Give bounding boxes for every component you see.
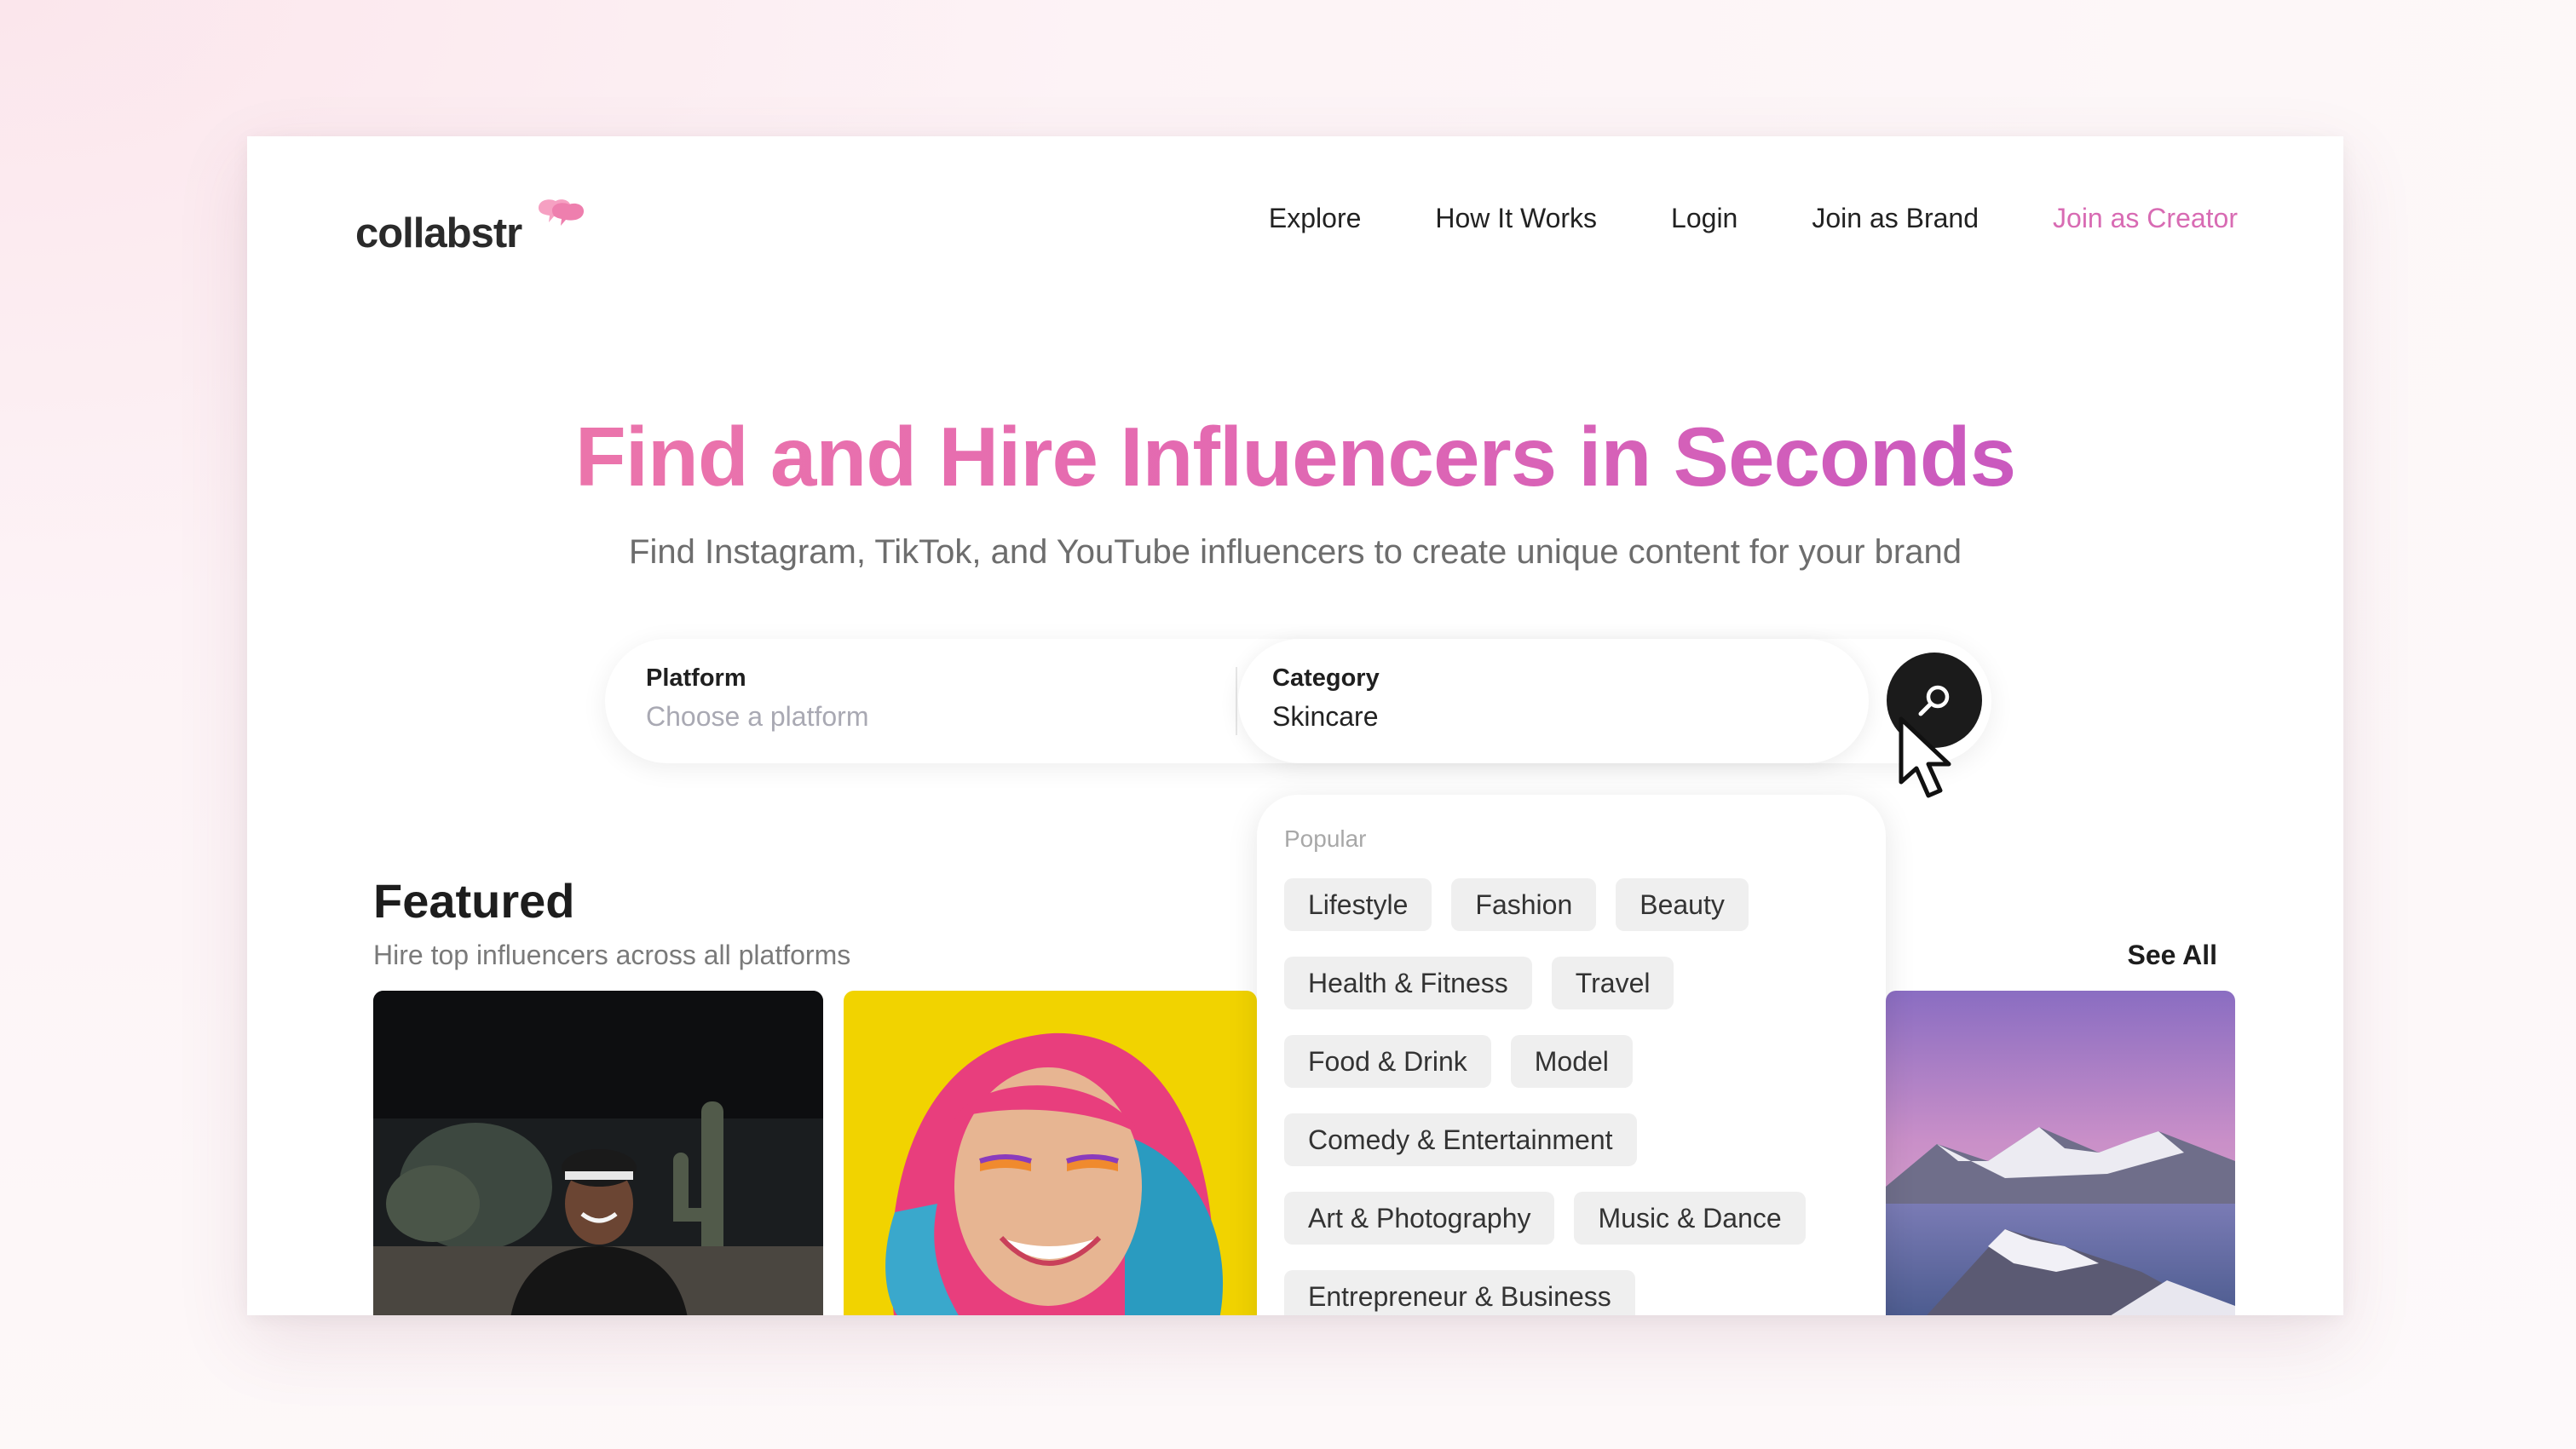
category-chip-model[interactable]: Model [1510, 1035, 1633, 1088]
nav-explore[interactable]: Explore [1269, 203, 1362, 234]
main-nav: Explore How It Works Login Join as Brand… [1269, 203, 2238, 234]
browser-page: collabstr Explore How It Works Login Joi… [247, 136, 2343, 1315]
search-icon [1918, 685, 1950, 716]
category-chip-travel[interactable]: Travel [1551, 957, 1674, 1009]
chip-row: Comedy & Entertainment [1284, 1113, 1864, 1166]
creator-photo-night-desert [373, 991, 823, 1315]
see-all-link[interactable]: See All [2127, 940, 2217, 971]
nav-join-as-brand[interactable]: Join as Brand [1812, 203, 1979, 234]
creator-photo-colorful-hair [844, 991, 1257, 1315]
category-chip-list: Lifestyle Fashion Beauty Health & Fitnes… [1284, 878, 1864, 1315]
creator-photo-mountain-lake [1886, 991, 2235, 1315]
featured-card-creator-3[interactable] [1886, 991, 2235, 1315]
chip-row: Lifestyle Fashion Beauty [1284, 878, 1864, 931]
category-chip-entrepreneur-business[interactable]: Entrepreneur & Business [1284, 1270, 1635, 1315]
featured-subtitle: Hire top influencers across all platform… [373, 940, 851, 970]
category-chip-health-fitness[interactable]: Health & Fitness [1284, 957, 1532, 1009]
category-chip-comedy-entertainment[interactable]: Comedy & Entertainment [1284, 1113, 1637, 1166]
category-field[interactable]: Category Skincare [1238, 639, 1869, 763]
mouse-pointer-icon [1899, 716, 1951, 798]
chip-row: Entrepreneur & Business [1284, 1270, 1864, 1315]
nav-how-it-works[interactable]: How It Works [1435, 203, 1597, 234]
category-chip-food-drink[interactable]: Food & Drink [1284, 1035, 1491, 1088]
logo-text: collabstr [355, 210, 522, 256]
featured-card-creator-2[interactable] [844, 991, 1257, 1315]
category-chip-lifestyle[interactable]: Lifestyle [1284, 878, 1432, 931]
category-chip-beauty[interactable]: Beauty [1616, 878, 1749, 931]
platform-label: Platform [646, 664, 746, 692]
collabstr-logo[interactable]: collabstr [355, 189, 585, 257]
chip-row: Food & Drink Model [1284, 1035, 1864, 1088]
search-divider [1236, 667, 1237, 735]
featured-title: Featured [373, 874, 575, 928]
chip-row: Health & Fitness Travel [1284, 957, 1864, 1009]
featured-card-creator-1[interactable] [373, 991, 823, 1315]
nav-join-as-creator[interactable]: Join as Creator [2053, 203, 2238, 234]
category-chip-fashion[interactable]: Fashion [1451, 878, 1597, 931]
category-chip-art-photography[interactable]: Art & Photography [1284, 1192, 1555, 1245]
nav-login[interactable]: Login [1671, 203, 1738, 234]
search-bar: Platform Choose a platform Category Skin… [605, 639, 1991, 763]
dropdown-heading: Popular [1284, 825, 1367, 852]
platform-field[interactable]: Platform Choose a platform [646, 664, 1242, 733]
category-dropdown: Popular Lifestyle Fashion Beauty Health … [1257, 795, 1886, 1315]
chat-bubble-icon [539, 199, 585, 226]
category-label: Category [1272, 664, 1380, 692]
category-value: Skincare [1272, 701, 1379, 732]
hero-subtitle: Find Instagram, TikTok, and YouTube infl… [629, 533, 1962, 571]
platform-placeholder: Choose a platform [646, 701, 869, 732]
hero-title: Find and Hire Influencers in Seconds [247, 409, 2343, 505]
category-chip-music-dance[interactable]: Music & Dance [1574, 1192, 1806, 1245]
chip-row: Art & Photography Music & Dance [1284, 1192, 1864, 1245]
